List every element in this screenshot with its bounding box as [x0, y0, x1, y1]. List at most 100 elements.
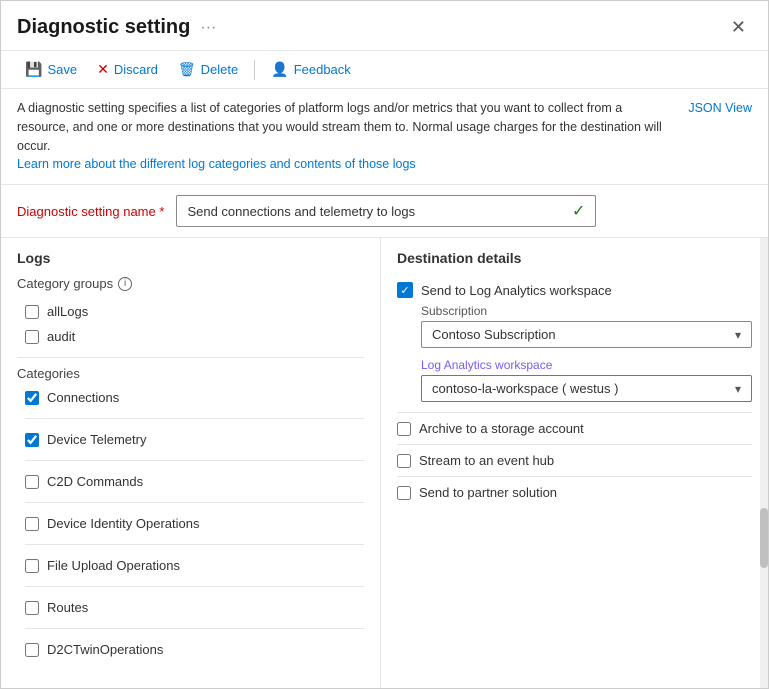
checkbox-storage[interactable]	[397, 422, 411, 436]
info-icon[interactable]: i	[118, 277, 132, 291]
category-divider	[25, 586, 364, 587]
dest-label-partner[interactable]: Send to partner solution	[419, 485, 557, 500]
category-divider	[25, 628, 364, 629]
destination-options: ✓ Send to Log Analytics workspace Subscr…	[397, 276, 752, 506]
diagnostic-setting-panel: Diagnostic setting ··· ✕ 💾 Save ✕ Discar…	[0, 0, 769, 689]
chevron-down-icon: ▾	[735, 328, 741, 342]
label-d2ctwin[interactable]: D2CTwinOperations	[47, 642, 163, 657]
discard-button[interactable]: ✕ Discard	[89, 57, 166, 82]
checkbox-audit[interactable]	[25, 330, 39, 344]
log-analytics-fields: Subscription Contoso Subscription ▾ Log …	[421, 304, 752, 402]
category-item: C2D Commands	[25, 469, 364, 494]
dest-label-event-hub[interactable]: Stream to an event hub	[419, 453, 554, 468]
category-divider	[25, 418, 364, 419]
label-allLogs[interactable]: allLogs	[47, 304, 88, 319]
panel-header: Diagnostic setting ··· ✕	[1, 1, 768, 51]
category-item: Device Telemetry	[25, 427, 364, 452]
info-bar: A diagnostic setting specifies a list of…	[1, 89, 768, 185]
info-text: A diagnostic setting specifies a list of…	[17, 99, 676, 174]
save-label: Save	[47, 62, 77, 77]
checkbox-c2d-commands[interactable]	[25, 475, 39, 489]
delete-label: Delete	[201, 62, 239, 77]
toolbar: 💾 Save ✕ Discard 🗑 Delete 👤 Feedback	[1, 51, 768, 89]
workspace-value: contoso-la-workspace ( westus )	[432, 381, 618, 396]
label-connections[interactable]: Connections	[47, 390, 119, 405]
label-routes[interactable]: Routes	[47, 600, 88, 615]
json-view-link[interactable]: JSON View	[688, 99, 752, 118]
dest-divider	[397, 444, 752, 445]
feedback-label: Feedback	[294, 62, 351, 77]
category-groups-list: allLogs audit	[17, 299, 364, 349]
logs-divider	[17, 357, 364, 358]
category-divider	[25, 460, 364, 461]
destination-panel: Destination details ✓ Send to Log Analyt…	[381, 238, 768, 688]
checkbox-file-upload[interactable]	[25, 559, 39, 573]
destination-title: Destination details	[397, 250, 752, 266]
discard-icon: ✕	[97, 61, 109, 78]
workspace-label: Log Analytics workspace	[421, 358, 752, 372]
category-item: D2CTwinOperations	[25, 637, 364, 662]
checkbox-partner[interactable]	[397, 486, 411, 500]
setting-name-label: Diagnostic setting name *	[17, 204, 164, 219]
dest-divider	[397, 412, 752, 413]
dest-option-partner: Send to partner solution	[397, 479, 752, 506]
category-group-item: audit	[25, 324, 364, 349]
category-item: File Upload Operations	[25, 553, 364, 578]
workspace-field: Log Analytics workspace contoso-la-works…	[421, 358, 752, 402]
subscription-value: Contoso Subscription	[432, 327, 556, 342]
logs-section-title: Logs	[17, 250, 364, 266]
checkbox-allLogs[interactable]	[25, 305, 39, 319]
required-marker: *	[159, 204, 164, 219]
save-button[interactable]: 💾 Save	[17, 57, 85, 82]
category-groups-label: Category groups i	[17, 276, 364, 291]
label-file-upload[interactable]: File Upload Operations	[47, 558, 180, 573]
category-item: Device Identity Operations	[25, 511, 364, 536]
checkbox-event-hub[interactable]	[397, 454, 411, 468]
dest-option-log-analytics: ✓ Send to Log Analytics workspace	[397, 276, 752, 304]
checkbox-d2ctwin[interactable]	[25, 643, 39, 657]
scrollbar-thumb[interactable]	[760, 508, 768, 568]
dest-option-storage: Archive to a storage account	[397, 415, 752, 442]
checkbox-routes[interactable]	[25, 601, 39, 615]
scrollbar[interactable]	[760, 238, 768, 688]
dest-label-log-analytics[interactable]: Send to Log Analytics workspace	[421, 283, 612, 298]
dest-option-event-hub: Stream to an event hub	[397, 447, 752, 474]
feedback-icon: 👤	[271, 61, 288, 78]
categories-list: Connections Device Telemetry C2D Command…	[17, 385, 364, 662]
discard-label: Discard	[114, 62, 158, 77]
dest-divider	[397, 476, 752, 477]
workspace-select[interactable]: contoso-la-workspace ( westus ) ▾	[421, 375, 752, 402]
learn-more-link[interactable]: Learn more about the different log categ…	[17, 157, 416, 171]
dest-label-storage[interactable]: Archive to a storage account	[419, 421, 584, 436]
delete-icon: 🗑	[178, 61, 196, 78]
category-item: Connections	[25, 385, 364, 410]
checkbox-device-telemetry[interactable]	[25, 433, 39, 447]
toolbar-separator	[254, 60, 255, 80]
categories-label: Categories	[17, 366, 364, 381]
category-divider	[25, 544, 364, 545]
subscription-field: Subscription Contoso Subscription ▾	[421, 304, 752, 348]
close-button[interactable]: ✕	[725, 15, 752, 40]
logs-panel: Logs Category groups i allLogs audit Cat…	[1, 238, 381, 688]
feedback-button[interactable]: 👤 Feedback	[263, 57, 359, 82]
checkbox-device-identity[interactable]	[25, 517, 39, 531]
more-icon[interactable]: ···	[200, 19, 216, 37]
label-device-telemetry[interactable]: Device Telemetry	[47, 432, 146, 447]
label-device-identity[interactable]: Device Identity Operations	[47, 516, 199, 531]
subscription-label: Subscription	[421, 304, 752, 318]
setting-name-input[interactable]: Send connections and telemetry to logs ✓	[176, 195, 596, 227]
info-description: A diagnostic setting specifies a list of…	[17, 101, 662, 153]
delete-button[interactable]: 🗑 Delete	[170, 57, 246, 82]
subscription-select[interactable]: Contoso Subscription ▾	[421, 321, 752, 348]
label-audit[interactable]: audit	[47, 329, 75, 344]
chevron-down-icon: ▾	[735, 382, 741, 396]
valid-checkmark: ✓	[572, 201, 585, 221]
checked-icon: ✓	[397, 282, 413, 298]
checkbox-connections[interactable]	[25, 391, 39, 405]
label-c2d-commands[interactable]: C2D Commands	[47, 474, 143, 489]
category-divider	[25, 502, 364, 503]
panel-title: Diagnostic setting	[17, 16, 190, 39]
setting-name-row: Diagnostic setting name * Send connectio…	[1, 185, 768, 238]
main-content: Logs Category groups i allLogs audit Cat…	[1, 238, 768, 688]
category-group-item: allLogs	[25, 299, 364, 324]
